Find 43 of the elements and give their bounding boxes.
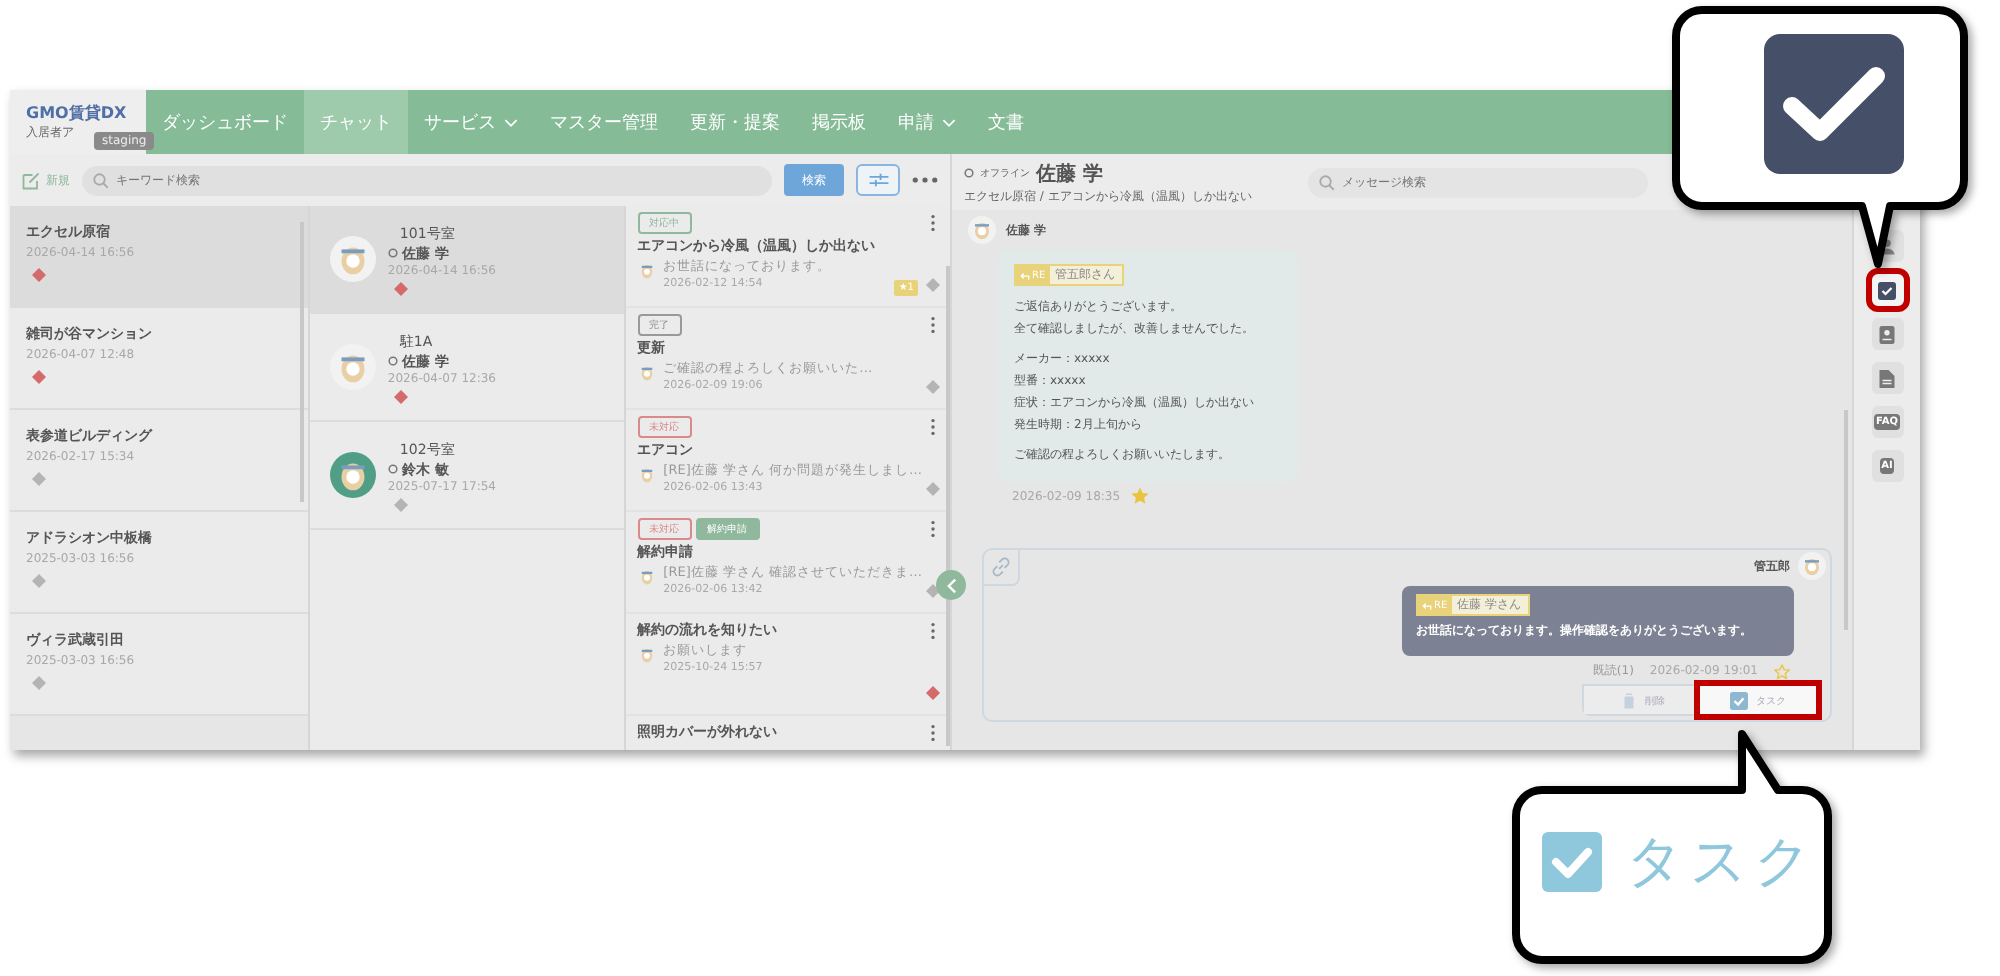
callout-label: タスク (1626, 826, 1818, 898)
more-icon[interactable] (930, 418, 936, 436)
reply-icon (1020, 271, 1030, 279)
avatar-icon (637, 362, 656, 384)
contact-card-icon (1878, 325, 1896, 343)
document-icon (1878, 369, 1896, 387)
checkbox-icon (1730, 691, 1748, 709)
more-icon[interactable] (930, 622, 936, 640)
avatar-icon (637, 566, 656, 588)
search-icon (1317, 173, 1336, 191)
edit-icon (22, 171, 40, 189)
chevron-left-icon (945, 577, 957, 593)
avatar-icon (637, 260, 656, 282)
card-tool-button[interactable] (1871, 318, 1903, 350)
sliders-icon (867, 170, 889, 190)
avatar-icon (329, 344, 376, 390)
avatar-icon (637, 464, 656, 486)
trash-icon (1619, 691, 1637, 709)
checkbox-icon (1542, 832, 1602, 892)
checkbox-icon (1878, 281, 1896, 299)
status-circle-icon (964, 168, 974, 178)
status-circle-icon (387, 248, 398, 258)
avatar-icon (329, 236, 376, 282)
avatar-icon (968, 216, 996, 244)
contact-name: 佐藤 学 (1036, 161, 1103, 187)
more-icon[interactable] (930, 316, 936, 334)
avatar-icon (329, 452, 376, 498)
task-tool-button[interactable] (1871, 274, 1903, 306)
more-icon[interactable] (930, 520, 936, 538)
more-icon[interactable] (912, 176, 938, 184)
avatar-icon (637, 644, 656, 666)
more-icon[interactable] (930, 724, 936, 742)
status-circle-icon (387, 464, 398, 474)
search-icon (92, 171, 110, 189)
star-icon[interactable] (1132, 488, 1149, 504)
doc-tool-button[interactable] (1871, 362, 1903, 394)
avatar-icon (1798, 552, 1826, 580)
more-icon[interactable] (930, 214, 936, 232)
checkbox-icon (1764, 34, 1904, 174)
status-circle-icon (387, 356, 398, 366)
star-icon[interactable] (1774, 663, 1790, 679)
logo: GMO賃貸DX (26, 102, 127, 124)
reply-icon (1422, 601, 1432, 609)
